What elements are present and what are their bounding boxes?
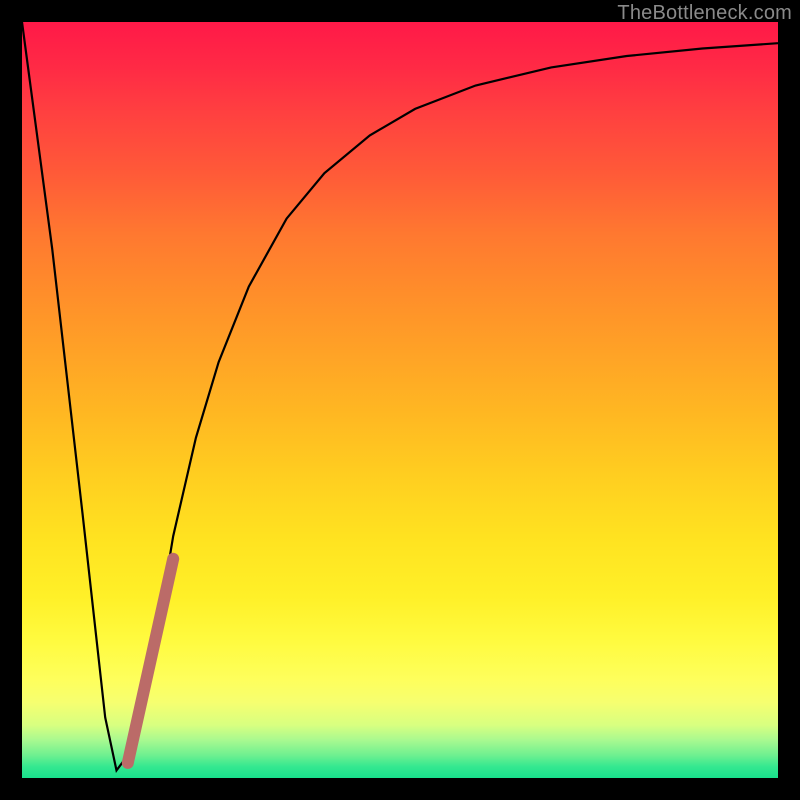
- plot-area: [22, 22, 778, 778]
- chart-frame: TheBottleneck.com: [0, 0, 800, 800]
- marker-segment: [128, 559, 173, 763]
- chart-svg: [22, 22, 778, 778]
- bottleneck-curve: [22, 22, 778, 770]
- watermark-text: TheBottleneck.com: [617, 2, 792, 25]
